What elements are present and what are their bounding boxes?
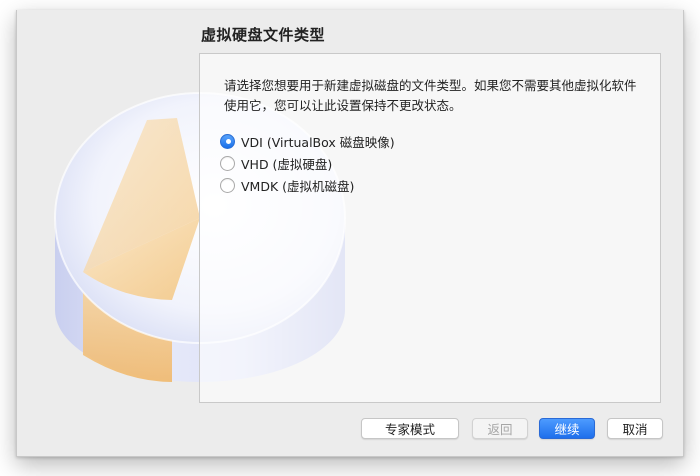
radio-button-vdi[interactable] (220, 133, 235, 149)
radio-label-vdi: VDI (VirtualBox 磁盘映像) (241, 134, 395, 150)
expert-mode-button[interactable]: 专家模式 (361, 418, 459, 439)
radio-option-vdi[interactable]: VDI (VirtualBox 磁盘映像) (220, 131, 395, 151)
new-virtual-disk-dialog: 虚拟硬盘文件类型 请选择您想要用于新建虚拟磁盘的文件类型。如果您不需要其他虚拟化… (16, 10, 684, 457)
back-button[interactable]: 返回 (472, 418, 528, 439)
content-panel: 请选择您想要用于新建虚拟磁盘的文件类型。如果您不需要其他虚拟化软件使用它，您可以… (199, 53, 661, 403)
dialog-title: 虚拟硬盘文件类型 (201, 26, 326, 44)
description-text: 请选择您想要用于新建虚拟磁盘的文件类型。如果您不需要其他虚拟化软件使用它，您可以… (224, 78, 637, 113)
radio-label-vmdk: VMDK (虚拟机磁盘) (241, 178, 355, 194)
radio-button-vmdk[interactable] (220, 177, 235, 193)
radio-label-vhd: VHD (虚拟硬盘) (241, 156, 333, 172)
continue-button[interactable]: 继续 (539, 418, 595, 439)
radio-option-vmdk[interactable]: VMDK (虚拟机磁盘) (220, 175, 354, 195)
radio-button-vhd[interactable] (220, 155, 235, 171)
cancel-button[interactable]: 取消 (607, 418, 663, 439)
radio-option-vhd[interactable]: VHD (虚拟硬盘) (220, 153, 332, 173)
